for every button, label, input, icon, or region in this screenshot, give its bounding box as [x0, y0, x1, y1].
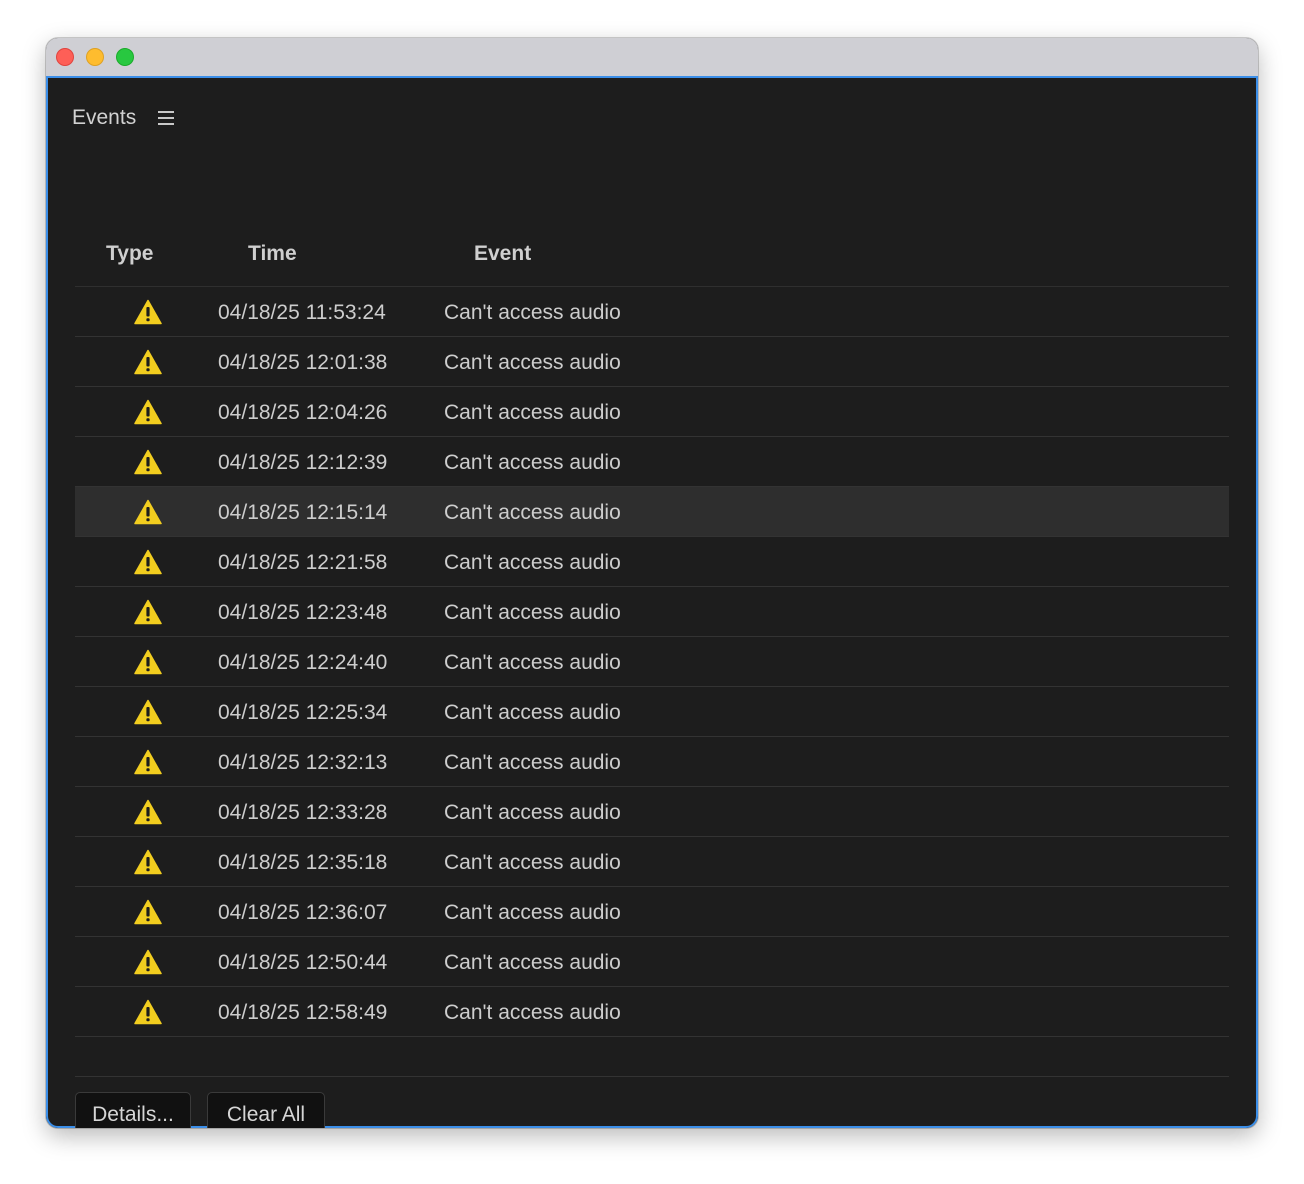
- event-time: 04/18/25 12:15:14: [218, 501, 388, 524]
- table-row[interactable]: 04/18/25 12:32:13 Can't access audio: [75, 737, 1229, 787]
- hamburger-menu-icon[interactable]: [158, 110, 174, 126]
- event-description: Can't access audio: [444, 551, 621, 574]
- warning-triangle-icon: [134, 499, 162, 525]
- table-row[interactable]: 04/18/25 12:33:28 Can't access audio: [75, 787, 1229, 837]
- column-header-type[interactable]: Type: [106, 242, 153, 266]
- warning-triangle-icon: [134, 649, 162, 675]
- warning-triangle-icon: [134, 699, 162, 725]
- event-time: 04/18/25 12:24:40: [218, 651, 388, 674]
- event-time: 04/18/25 12:12:39: [218, 451, 388, 474]
- event-description: Can't access audio: [444, 601, 621, 624]
- warning-triangle-icon: [134, 399, 162, 425]
- table-row[interactable]: 04/18/25 12:23:48 Can't access audio: [75, 587, 1229, 637]
- close-window-button[interactable]: [56, 48, 74, 66]
- warning-triangle-icon: [134, 449, 162, 475]
- warning-triangle-icon: [134, 599, 162, 625]
- warning-triangle-icon: [134, 949, 162, 975]
- table-row[interactable]: 04/18/25 12:12:39 Can't access audio: [75, 437, 1229, 487]
- event-description: Can't access audio: [444, 401, 621, 424]
- table-row[interactable]: 04/18/25 12:58:49 Can't access audio: [75, 987, 1229, 1037]
- events-panel: Events Type Time Event 04/18/25 11:53:24…: [46, 76, 1258, 1128]
- event-description: Can't access audio: [444, 1001, 621, 1024]
- table-row[interactable]: 04/18/25 12:01:38 Can't access audio: [75, 337, 1229, 387]
- event-description: Can't access audio: [444, 651, 621, 674]
- table-header: Type Time Event: [75, 230, 1229, 287]
- event-time: 04/18/25 12:35:18: [218, 851, 388, 874]
- details-button[interactable]: Details...: [75, 1092, 191, 1128]
- event-time: 04/18/25 11:53:24: [218, 301, 386, 324]
- event-time: 04/18/25 12:50:44: [218, 951, 388, 974]
- table-row[interactable]: 04/18/25 12:24:40 Can't access audio: [75, 637, 1229, 687]
- warning-triangle-icon: [134, 749, 162, 775]
- warning-triangle-icon: [134, 799, 162, 825]
- warning-triangle-icon: [134, 999, 162, 1025]
- warning-triangle-icon: [134, 349, 162, 375]
- table-row[interactable]: 04/18/25 12:04:26 Can't access audio: [75, 387, 1229, 437]
- warning-triangle-icon: [134, 899, 162, 925]
- warning-triangle-icon: [134, 549, 162, 575]
- table-body: 04/18/25 11:53:24 Can't access audio 04/18…: [75, 287, 1229, 1037]
- events-table: Type Time Event 04/18/25 11:53:24 Can't a…: [75, 230, 1229, 1037]
- event-description: Can't access audio: [444, 301, 621, 324]
- footer-divider: [75, 1076, 1229, 1077]
- event-time: 04/18/25 12:25:34: [218, 701, 388, 724]
- event-description: Can't access audio: [444, 351, 621, 374]
- table-row[interactable]: 04/18/25 11:53:24 Can't access audio: [75, 287, 1229, 337]
- event-description: Can't access audio: [444, 701, 621, 724]
- event-time: 04/18/25 12:32:13: [218, 751, 388, 774]
- events-window: Events Type Time Event 04/18/25 11:53:24…: [46, 38, 1258, 1128]
- warning-triangle-icon: [134, 849, 162, 875]
- table-row[interactable]: 04/18/25 12:25:34 Can't access audio: [75, 687, 1229, 737]
- table-row[interactable]: 04/18/25 12:35:18 Can't access audio: [75, 837, 1229, 887]
- event-time: 04/18/25 12:58:49: [218, 1001, 388, 1024]
- table-row[interactable]: 04/18/25 12:15:14 Can't access audio: [75, 487, 1229, 537]
- event-time: 04/18/25 12:21:58: [218, 551, 388, 574]
- title-bar[interactable]: [46, 38, 1258, 76]
- event-time: 04/18/25 12:04:26: [218, 401, 388, 424]
- event-description: Can't access audio: [444, 751, 621, 774]
- zoom-window-button[interactable]: [116, 48, 134, 66]
- event-time: 04/18/25 12:33:28: [218, 801, 388, 824]
- event-description: Can't access audio: [444, 501, 621, 524]
- table-row[interactable]: 04/18/25 12:21:58 Can't access audio: [75, 537, 1229, 587]
- event-description: Can't access audio: [444, 851, 621, 874]
- warning-triangle-icon: [134, 299, 162, 325]
- event-description: Can't access audio: [444, 801, 621, 824]
- event-time: 04/18/25 12:01:38: [218, 351, 388, 374]
- event-time: 04/18/25 12:36:07: [218, 901, 388, 924]
- table-row[interactable]: 04/18/25 12:50:44 Can't access audio: [75, 937, 1229, 987]
- minimize-window-button[interactable]: [86, 48, 104, 66]
- panel-title: Events: [72, 106, 137, 129]
- event-description: Can't access audio: [444, 451, 621, 474]
- event-time: 04/18/25 12:23:48: [218, 601, 388, 624]
- column-header-time[interactable]: Time: [248, 242, 297, 266]
- column-header-event[interactable]: Event: [474, 242, 531, 266]
- table-row[interactable]: 04/18/25 12:36:07 Can't access audio: [75, 887, 1229, 937]
- event-description: Can't access audio: [444, 951, 621, 974]
- event-description: Can't access audio: [444, 901, 621, 924]
- clear-all-button[interactable]: Clear All: [207, 1092, 325, 1128]
